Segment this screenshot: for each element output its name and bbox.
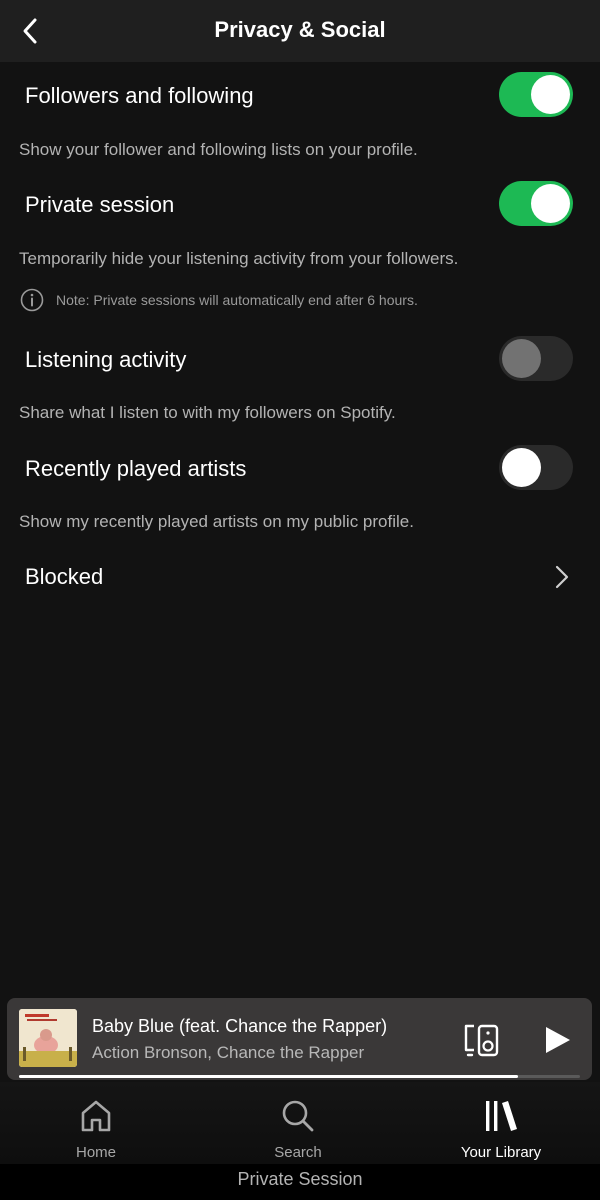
toggle-followers-and-following[interactable] [499, 72, 573, 117]
nav-item-home[interactable]: Home [0, 1082, 196, 1164]
toggle-recently-played-artists[interactable] [499, 445, 573, 490]
info-icon [20, 288, 44, 312]
private-session-note: Note: Private sessions will automaticall… [20, 288, 418, 312]
setting-label-listening-activity: Listening activity [25, 347, 187, 372]
nav-label-search: Search [274, 1144, 322, 1161]
setting-label-recently-played-artists: Recently played artists [25, 456, 247, 481]
toggle-listening-activity[interactable] [499, 336, 573, 381]
track-artist: Action Bronson, Chance the Rapper [92, 1043, 365, 1062]
play-button[interactable] [537, 1020, 577, 1060]
mini-player[interactable]: Baby Blue (feat. Chance the Rapper) Acti… [7, 998, 592, 1080]
setting-description-recently-played-artists: Show my recently played artists on my pu… [19, 512, 414, 531]
connect-device-button[interactable] [462, 1020, 502, 1060]
page-title: Privacy & Social [214, 17, 386, 42]
playback-progress-fill [19, 1075, 519, 1078]
blocked-row[interactable]: Blocked [0, 550, 600, 602]
note-text: Note: Private sessions will automaticall… [56, 292, 418, 308]
nav-label-your-library: Your Library [460, 1144, 542, 1161]
setting-label-private-session: Private session [25, 192, 175, 217]
setting-description-listening-activity: Share what I listen to with my followers… [19, 403, 396, 422]
chevron-right-icon [555, 565, 569, 589]
album-art [19, 1009, 77, 1067]
home-icon [81, 1100, 111, 1132]
connect-device-icon [464, 1024, 499, 1057]
private-session-banner-text: Private Session [237, 1169, 363, 1189]
bottom-navigation: Home Search Your Library [0, 1082, 600, 1164]
nav-label-home: Home [75, 1144, 116, 1161]
library-icon [486, 1101, 517, 1131]
setting-description-followers: Show your follower and following lists o… [19, 140, 418, 159]
setting-label-followers: Followers and following [25, 83, 254, 108]
track-title: Baby Blue (feat. Chance the Rapper) [92, 1016, 388, 1036]
nav-item-your-library[interactable]: Your Library [401, 1082, 600, 1164]
nav-item-search[interactable]: Search [198, 1082, 398, 1164]
play-icon [546, 1027, 570, 1053]
playback-progress-bar[interactable] [19, 1075, 580, 1078]
toggle-knob [531, 75, 570, 114]
top-app-bar: Privacy & Social [0, 0, 600, 62]
toggle-private-session[interactable] [499, 181, 573, 226]
toggle-knob [531, 184, 570, 223]
toggle-knob [502, 339, 541, 378]
setting-description-private-session: Temporarily hide your listening activity… [19, 249, 459, 268]
private-session-banner: Private Session [0, 1164, 600, 1200]
search-icon [282, 1100, 314, 1132]
blocked-label: Blocked [25, 564, 104, 589]
toggle-knob [502, 448, 541, 487]
